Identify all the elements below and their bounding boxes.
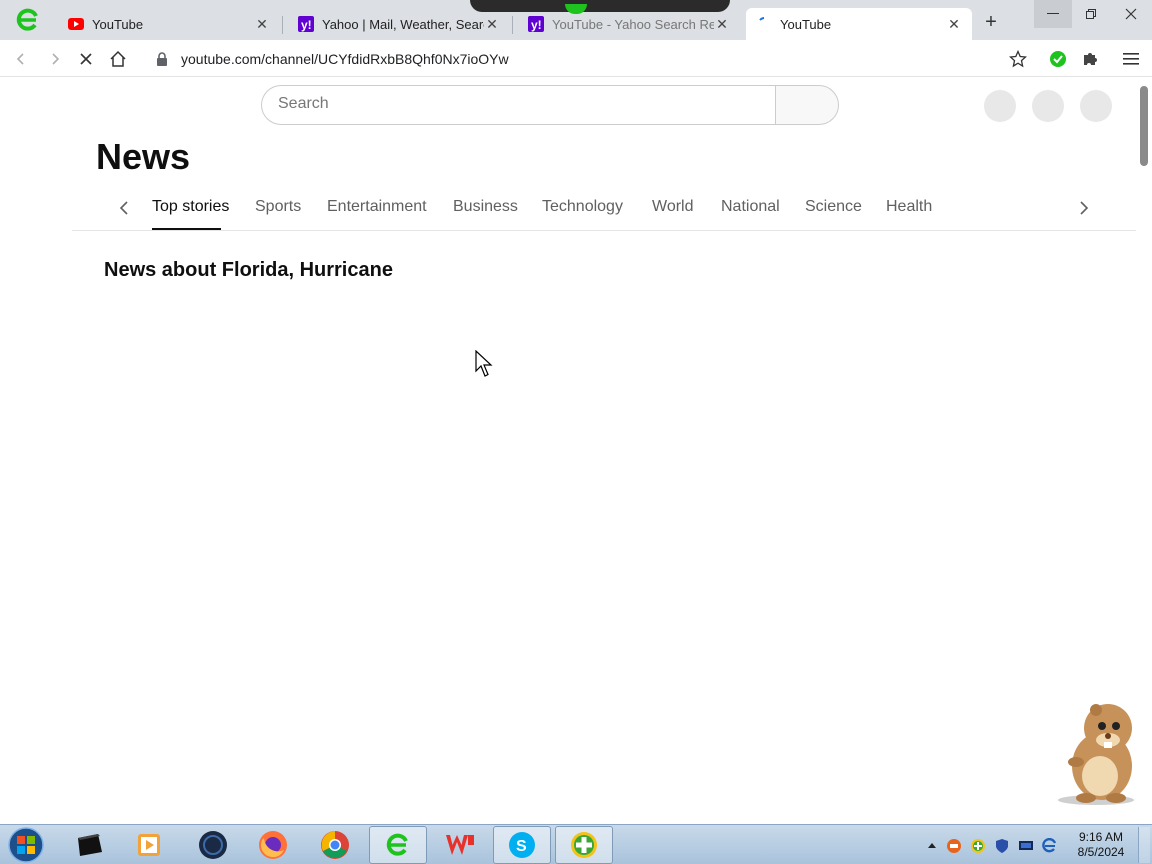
show-desktop-button[interactable] — [1138, 827, 1150, 863]
taskbar-app-firefox[interactable] — [244, 826, 302, 864]
clock-time: 9:16 AM — [1078, 830, 1124, 844]
taskbar-app-green-plus[interactable] — [555, 826, 613, 864]
close-tab-icon[interactable]: ✕ — [714, 16, 730, 32]
tab-entertainment[interactable]: Entertainment — [327, 198, 427, 216]
tab-technology[interactable]: Technology — [542, 198, 623, 216]
taskbar-app-black-box[interactable] — [60, 826, 118, 864]
youtube-icon — [68, 16, 84, 32]
close-tab-icon[interactable]: ✕ — [254, 16, 270, 32]
yahoo-icon: y! — [298, 16, 314, 32]
create-button-placeholder[interactable] — [984, 90, 1016, 122]
e-browser-icon — [386, 833, 408, 856]
tab-yahoo[interactable]: y! Yahoo | Mail, Weather, Search ✕ — [288, 8, 510, 40]
back-button[interactable] — [10, 48, 32, 70]
tab-business[interactable]: Business — [453, 198, 518, 216]
dark-globe-icon — [199, 831, 227, 859]
tray-orange-icon[interactable] — [946, 838, 962, 854]
browser-toolbar: youtube.com/channel/UCYfdidRxbB8Qhf0Nx7i… — [0, 40, 1152, 77]
media-player-icon — [138, 834, 160, 856]
tab-divider — [512, 16, 513, 34]
tab-health[interactable]: Health — [886, 198, 932, 216]
tab-yahoo-search[interactable]: y! YouTube - Yahoo Search Results ✕ — [518, 8, 740, 40]
close-tab-icon[interactable]: ✕ — [484, 16, 500, 32]
tab-sports[interactable]: Sports — [255, 198, 301, 216]
taskbar-app-e-browser[interactable] — [369, 826, 427, 864]
tab-science[interactable]: Science — [805, 198, 862, 216]
active-tab-indicator — [152, 228, 221, 230]
page-scrollbar[interactable] — [1140, 86, 1148, 166]
taskbar-app-media-player[interactable] — [120, 826, 178, 864]
tab-world[interactable]: World — [652, 198, 694, 216]
forward-button[interactable] — [44, 48, 66, 70]
tab-youtube-1[interactable]: YouTube ✕ — [58, 8, 280, 40]
mouse-cursor-icon — [475, 350, 493, 377]
news-tabs: Top stories Sports Entertainment Busines… — [72, 188, 1136, 231]
taskbar-app-wps[interactable] — [431, 826, 489, 864]
taskbar-app-dark-globe[interactable] — [184, 826, 242, 864]
avatar[interactable] — [1080, 90, 1112, 122]
bookmark-star-icon[interactable] — [1007, 48, 1029, 70]
yahoo-icon: y! — [528, 16, 544, 32]
search-button[interactable] — [775, 85, 839, 125]
taskbar-app-chrome[interactable] — [306, 826, 364, 864]
tray-e-browser-icon[interactable] — [1042, 838, 1058, 854]
tray-green-plus-icon[interactable] — [970, 838, 986, 854]
browser-tabstrip: YouTube ✕ y! Yahoo | Mail, Weather, Sear… — [0, 0, 1152, 40]
svg-text:y!: y! — [301, 18, 312, 32]
black-box-app-icon — [78, 834, 102, 856]
extensions-puzzle-icon[interactable] — [1079, 48, 1101, 70]
menu-icon[interactable] — [1120, 48, 1142, 70]
tab-youtube-active[interactable]: YouTube ✕ — [746, 8, 972, 40]
green-plus-app-icon — [571, 832, 597, 858]
stop-loading-button[interactable] — [75, 48, 97, 70]
notifications-button-placeholder[interactable] — [1032, 90, 1064, 122]
minimize-button[interactable] — [1034, 0, 1072, 28]
tab-title: YouTube - Yahoo Search Results — [552, 16, 714, 32]
clock-date: 8/5/2024 — [1077, 845, 1125, 859]
search-input[interactable] — [278, 86, 758, 122]
skype-icon: S — [509, 832, 535, 858]
address-bar[interactable]: youtube.com/channel/UCYfdidRxbB8Qhf0Nx7i… — [142, 45, 1040, 72]
tray-monitor-icon[interactable] — [1018, 838, 1034, 854]
svg-text:S: S — [516, 838, 527, 855]
show-hidden-icons-icon[interactable] — [924, 838, 940, 854]
wps-office-icon — [446, 835, 474, 855]
tab-title: Yahoo | Mail, Weather, Search — [322, 16, 484, 32]
chrome-icon — [321, 831, 349, 859]
page-title: News — [96, 136, 191, 177]
close-tab-icon[interactable]: ✕ — [946, 16, 962, 32]
extension-check-icon[interactable] — [1047, 48, 1069, 70]
firefox-icon — [259, 831, 287, 859]
page-content: News Top stories Sports Entertainment Bu… — [0, 78, 1152, 824]
chevron-right-icon[interactable] — [1072, 196, 1096, 220]
windows-taskbar: S 9:16 AM 8/5/2024 — [0, 824, 1152, 864]
section-heading: News about Florida, Hurricane — [104, 259, 393, 281]
search-box[interactable] — [261, 85, 777, 125]
tab-title: YouTube — [780, 16, 832, 32]
svg-text:y!: y! — [531, 18, 542, 32]
home-button[interactable] — [107, 48, 129, 70]
new-tab-button[interactable]: + — [980, 12, 1002, 34]
close-window-button[interactable] — [1112, 0, 1150, 28]
loading-icon — [756, 16, 772, 32]
taskbar-app-skype[interactable]: S — [493, 826, 551, 864]
restore-button[interactable] — [1072, 0, 1110, 28]
tab-national[interactable]: National — [721, 198, 780, 216]
tab-top-stories[interactable]: Top stories — [152, 198, 229, 216]
start-button-icon[interactable] — [6, 826, 46, 864]
chevron-left-icon[interactable] — [112, 196, 136, 220]
tray-shield-icon[interactable] — [994, 838, 1010, 854]
url-text[interactable]: youtube.com/channel/UCYfdidRxbB8Qhf0Nx7i… — [181, 51, 509, 67]
lock-icon — [157, 51, 167, 66]
tab-title: YouTube — [92, 16, 144, 32]
hamster-mascot-icon — [1058, 704, 1134, 805]
tab-divider — [282, 16, 283, 34]
browser-logo-icon[interactable] — [14, 7, 42, 33]
system-clock[interactable]: 9:16 AM 8/5/2024 — [1066, 830, 1136, 860]
